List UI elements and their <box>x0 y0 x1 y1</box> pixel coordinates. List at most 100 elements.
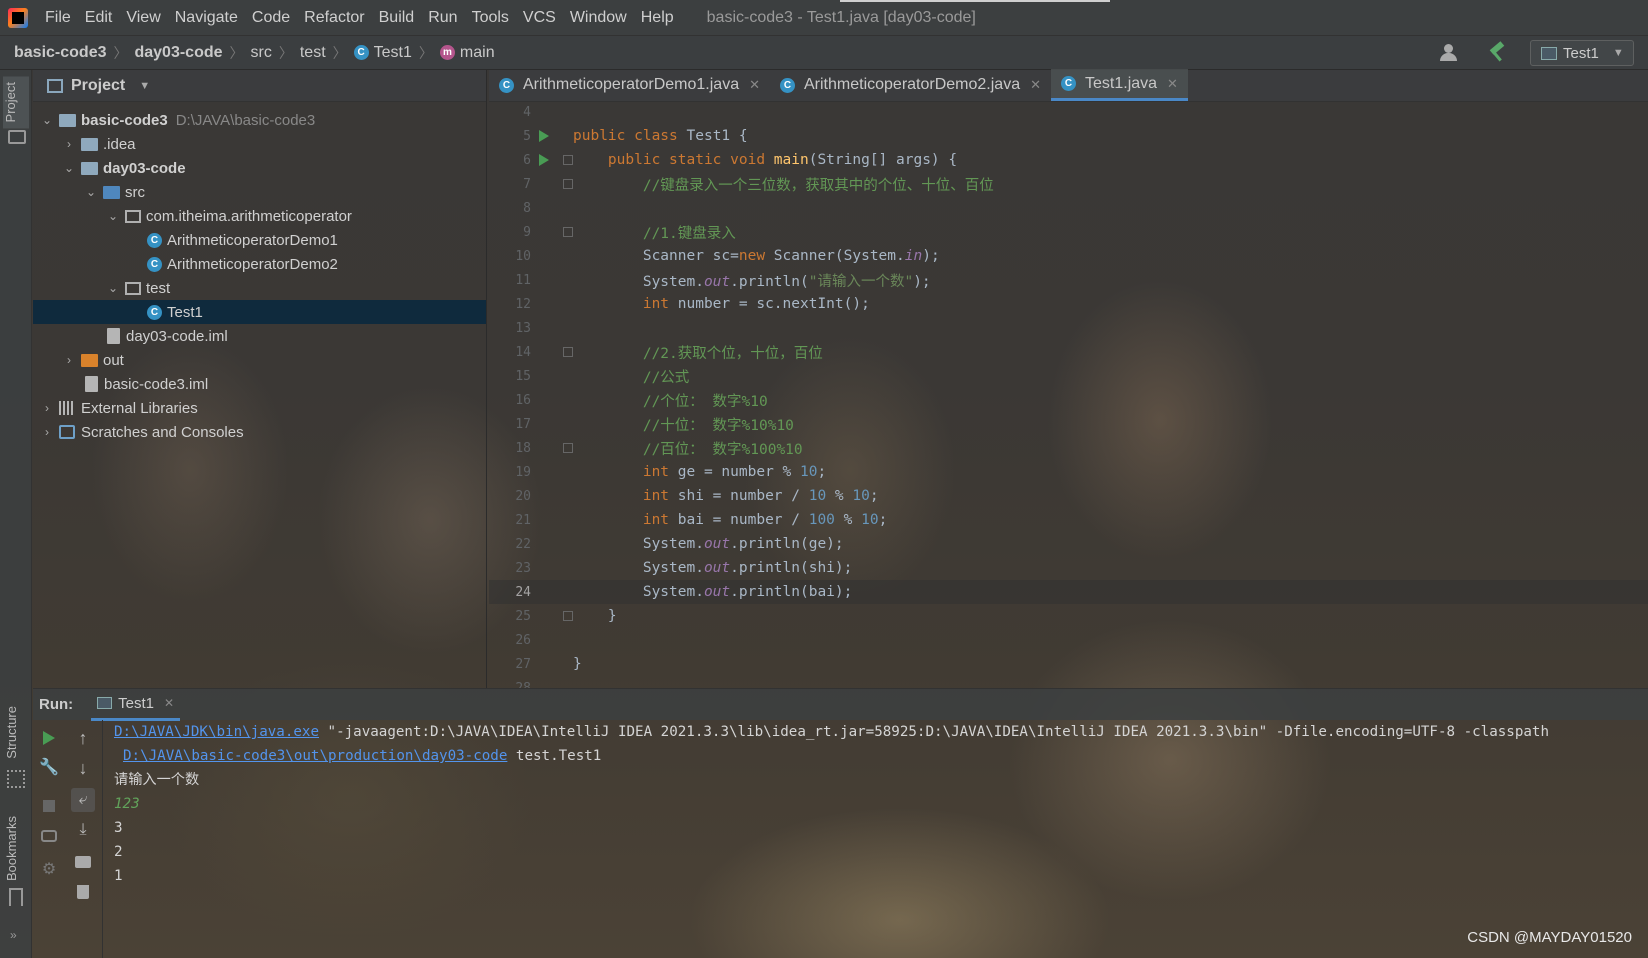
chevron-right-icon[interactable]: › <box>61 137 77 151</box>
tree-item-demo2[interactable]: C ArithmeticoperatorDemo2 <box>33 252 486 276</box>
chevron-right-icon[interactable]: › <box>39 401 55 415</box>
run-configuration-selector[interactable]: Test1 ▼ <box>1530 40 1634 66</box>
line-number: 27 <box>515 656 531 672</box>
run-method-icon[interactable] <box>539 154 549 166</box>
menu-run[interactable]: Run <box>421 9 464 27</box>
code-token: .println( <box>730 273 809 290</box>
tree-item-label: day03-code <box>103 159 186 177</box>
tab-test1[interactable]: C Test1.java ✕ <box>1051 69 1188 101</box>
fold-icon[interactable] <box>563 611 573 621</box>
chevron-down-icon[interactable]: ⌄ <box>105 281 121 295</box>
structure-tool-tab[interactable]: Structure <box>4 706 19 759</box>
run-class-icon[interactable] <box>539 130 549 142</box>
tree-item-src[interactable]: ⌄ src <box>33 180 486 204</box>
tree-item-label: test <box>146 279 171 297</box>
fold-icon[interactable] <box>563 227 573 237</box>
down-arrow-icon[interactable]: ↓ <box>71 756 95 780</box>
tree-item-scratches[interactable]: › Scratches and Consoles <box>33 420 486 444</box>
tree-item-external-libraries[interactable]: › External Libraries <box>33 396 486 420</box>
tree-item-day03-code[interactable]: ⌄ day03-code <box>33 156 486 180</box>
breadcrumb-project[interactable]: basic-code3 <box>14 44 106 62</box>
scroll-to-end-icon[interactable]: ⤓ <box>71 818 95 842</box>
tree-item-out[interactable]: › out <box>33 348 486 372</box>
folder-icon[interactable] <box>8 130 26 144</box>
user-icon[interactable] <box>1440 44 1466 62</box>
wrench-icon[interactable]: 🔧 <box>37 756 61 780</box>
menu-window[interactable]: Window <box>563 9 634 27</box>
menu-view[interactable]: View <box>119 9 167 27</box>
tree-item-package[interactable]: ⌄ com.itheima.arithmeticoperator <box>33 204 486 228</box>
breadcrumb-separator-icon: 〉 <box>113 44 128 61</box>
up-arrow-icon[interactable]: ↑ <box>71 726 95 750</box>
line-number: 8 <box>523 200 531 216</box>
breadcrumb-separator-icon: 〉 <box>229 44 244 61</box>
project-view-icon <box>47 78 63 93</box>
rerun-button[interactable] <box>37 726 61 750</box>
code-token: public class <box>573 128 687 144</box>
tab-arithmeticoperatordemo2[interactable]: C ArithmeticoperatorDemo2.java ✕ <box>770 69 1051 101</box>
project-tool-tab[interactable]: Project <box>3 76 29 129</box>
chevron-right-icon[interactable]: › <box>39 425 55 439</box>
tree-item-idea[interactable]: › .idea <box>33 132 486 156</box>
breadcrumb-class[interactable]: C Test1 <box>353 44 412 62</box>
close-icon[interactable]: ✕ <box>1030 77 1041 93</box>
tab-arithmeticoperatordemo1[interactable]: C ArithmeticoperatorDemo1.java ✕ <box>489 69 770 101</box>
intellij-logo-icon <box>8 7 28 28</box>
tree-item-basic-code3[interactable]: ⌄ basic-code3 D:\JAVA\basic-code3 <box>33 108 486 132</box>
fold-icon[interactable] <box>563 347 573 357</box>
menu-navigate[interactable]: Navigate <box>168 9 245 27</box>
menu-edit[interactable]: Edit <box>78 9 120 27</box>
bookmark-icon[interactable] <box>9 888 23 906</box>
chevron-down-icon[interactable]: ⌄ <box>61 161 77 175</box>
tree-item-demo1[interactable]: C ArithmeticoperatorDemo1 <box>33 228 486 252</box>
console-main-class: test.Test1 <box>507 748 602 764</box>
bookmarks-tool-tab[interactable]: Bookmarks <box>4 816 19 881</box>
chevron-right-icon[interactable]: › <box>61 353 77 367</box>
breadcrumb-package[interactable]: test <box>300 44 326 62</box>
clear-button[interactable] <box>71 880 95 904</box>
menu-vcs[interactable]: VCS <box>516 9 563 27</box>
close-icon[interactable]: ✕ <box>1167 76 1178 92</box>
menu-tools[interactable]: Tools <box>465 9 516 27</box>
menu-refactor[interactable]: Refactor <box>297 9 371 27</box>
close-icon[interactable]: ✕ <box>749 77 760 93</box>
tree-item-day03-iml[interactable]: day03-code.iml <box>33 324 486 348</box>
print-button[interactable] <box>71 850 95 874</box>
menu-file[interactable]: File <box>38 9 78 27</box>
code-token: ; <box>817 464 827 480</box>
chevron-down-icon[interactable]: ⌄ <box>105 209 121 223</box>
stop-button[interactable] <box>37 794 61 818</box>
structure-icon[interactable] <box>7 770 25 788</box>
classpath-link[interactable]: D:\JAVA\basic-code3\out\production\day03… <box>123 748 507 764</box>
tree-item-basic-iml[interactable]: basic-code3.iml <box>33 372 486 396</box>
menu-code[interactable]: Code <box>245 9 297 27</box>
run-tab-test1[interactable]: Test1 ✕ <box>91 689 181 721</box>
java-exe-link[interactable]: D:\JAVA\JDK\bin\java.exe <box>114 724 319 740</box>
console-classpath-line: D:\JAVA\basic-code3\out\production\day03… <box>123 744 601 768</box>
chevron-down-icon[interactable]: ⌄ <box>39 113 55 127</box>
tree-item-test1[interactable]: C Test1 <box>33 300 486 324</box>
tree-item-test-package[interactable]: ⌄ test <box>33 276 486 300</box>
console-output[interactable]: D:\JAVA\JDK\bin\java.exe "-javaagent:D:\… <box>114 720 1648 958</box>
fold-icon[interactable] <box>563 179 573 189</box>
menu-help[interactable]: Help <box>634 9 681 27</box>
settings-gear-icon[interactable]: ⚙ <box>37 858 61 882</box>
soft-wrap-icon[interactable]: ⤶ <box>71 788 95 812</box>
line-number: 19 <box>515 464 531 480</box>
project-panel-title[interactable]: Project <box>71 77 125 95</box>
code-token: Scanner sc= <box>642 248 739 264</box>
menu-build[interactable]: Build <box>372 9 422 27</box>
close-icon[interactable]: ✕ <box>164 696 174 710</box>
breadcrumb-src[interactable]: src <box>251 44 272 62</box>
more-icon[interactable]: » <box>10 928 17 942</box>
fold-icon[interactable] <box>563 443 573 453</box>
chevron-down-icon[interactable]: ▼ <box>139 80 150 92</box>
fold-icon[interactable] <box>563 155 573 165</box>
chevron-down-icon[interactable]: ⌄ <box>83 185 99 199</box>
breadcrumb-module[interactable]: day03-code <box>134 44 222 62</box>
code-editor[interactable]: 4 5 public class Test1 { 6 public static… <box>489 102 1648 688</box>
breadcrumb-separator-icon: 〉 <box>278 44 293 61</box>
build-hammer-icon[interactable] <box>1488 43 1508 63</box>
screenshot-button[interactable] <box>37 824 61 848</box>
breadcrumb-method[interactable]: m main <box>439 44 495 62</box>
